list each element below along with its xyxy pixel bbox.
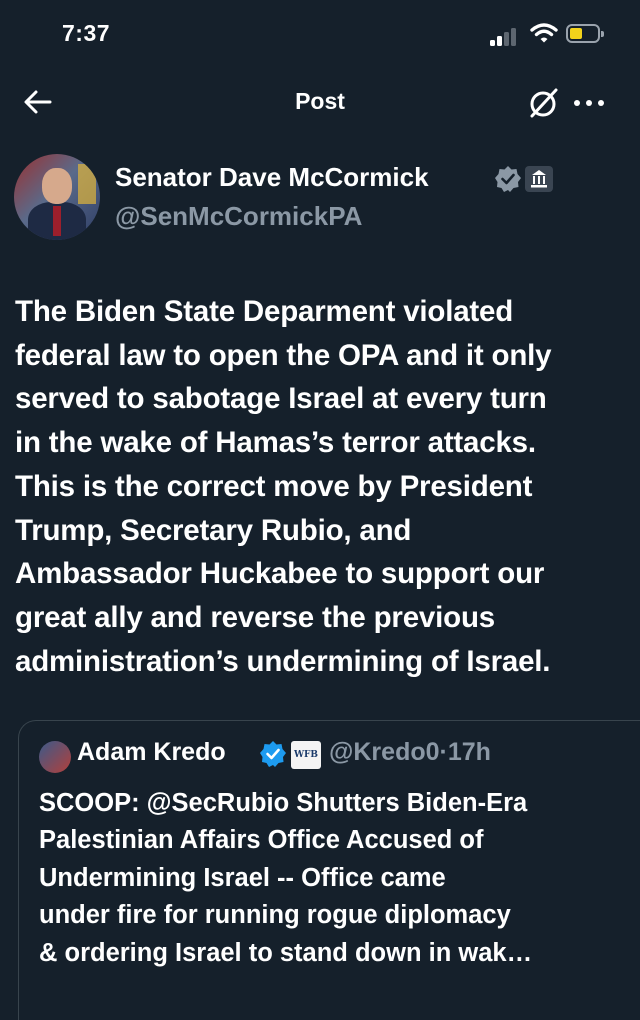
- post-text-line: administration’s undermining of Israel.: [15, 644, 551, 678]
- post-text-line: federal law to open the OPA and it only: [15, 338, 552, 372]
- author-avatar[interactable]: [14, 154, 100, 240]
- quoted-author-meta: @Kredo0·17h: [329, 738, 491, 767]
- wifi-icon: [530, 22, 558, 49]
- quoted-text-line: Palestinian Affairs Office Accused of: [39, 826, 484, 855]
- author-handle[interactable]: @SenMcCormickPA: [115, 201, 362, 232]
- meta-separator: ·: [439, 738, 448, 766]
- cellular-signal-icon: [490, 26, 524, 46]
- post-text-line: The Biden State Deparment violated: [15, 295, 514, 328]
- quoted-post-card[interactable]: Adam Kredo WFB @Kredo0·17h SCOOP: @SecRu…: [18, 720, 640, 1020]
- status-bar: 7:37: [0, 0, 640, 70]
- verified-badge-icon: [259, 740, 287, 773]
- post-text: The Biden State Deparment violated feder…: [15, 290, 630, 683]
- grok-icon[interactable]: [526, 86, 560, 125]
- quoted-text-line: Undermining Israel -- Office came: [39, 863, 446, 892]
- author-display-name[interactable]: Senator Dave McCormick: [115, 162, 429, 193]
- post-text-line: Ambassador Huckabee to support our: [15, 557, 545, 591]
- more-options-icon[interactable]: [570, 86, 608, 125]
- quoted-author-handle: @Kredo0: [329, 738, 440, 766]
- battery-icon: [566, 24, 604, 43]
- quoted-author-avatar: [39, 741, 71, 773]
- post-text-line: This is the correct move by President: [15, 469, 533, 503]
- post-author: Senator Dave McCormick @SenMcCormickPA: [14, 154, 626, 244]
- top-nav: Post: [0, 70, 640, 134]
- quoted-post-time: 17h: [447, 738, 491, 766]
- quoted-text-line: & ordering Israel to stand down in wak…: [39, 938, 533, 967]
- post-text-line: served to sabotage Israel at every turn: [15, 382, 547, 416]
- quoted-text-line: under fire for running rogue diplomacy: [39, 901, 511, 930]
- post-text-line: great ally and reverse the previous: [15, 600, 495, 634]
- quoted-post-text: SCOOP: @SecRubio Shutters Biden-Era Pale…: [39, 785, 629, 972]
- post-text-line: in the wake of Hamas’s terror attacks.: [15, 426, 536, 460]
- verified-badge-icon: [494, 165, 522, 198]
- government-affiliation-icon: [525, 166, 553, 192]
- post-text-line: Trump, Secretary Rubio, and: [15, 513, 412, 547]
- quoted-author-name: Adam Kredo: [77, 738, 226, 766]
- status-time: 7:37: [62, 20, 111, 46]
- affiliation-logo: WFB: [291, 741, 321, 769]
- quoted-text-line: SCOOP: @SecRubio Shutters Biden-Era: [39, 789, 528, 817]
